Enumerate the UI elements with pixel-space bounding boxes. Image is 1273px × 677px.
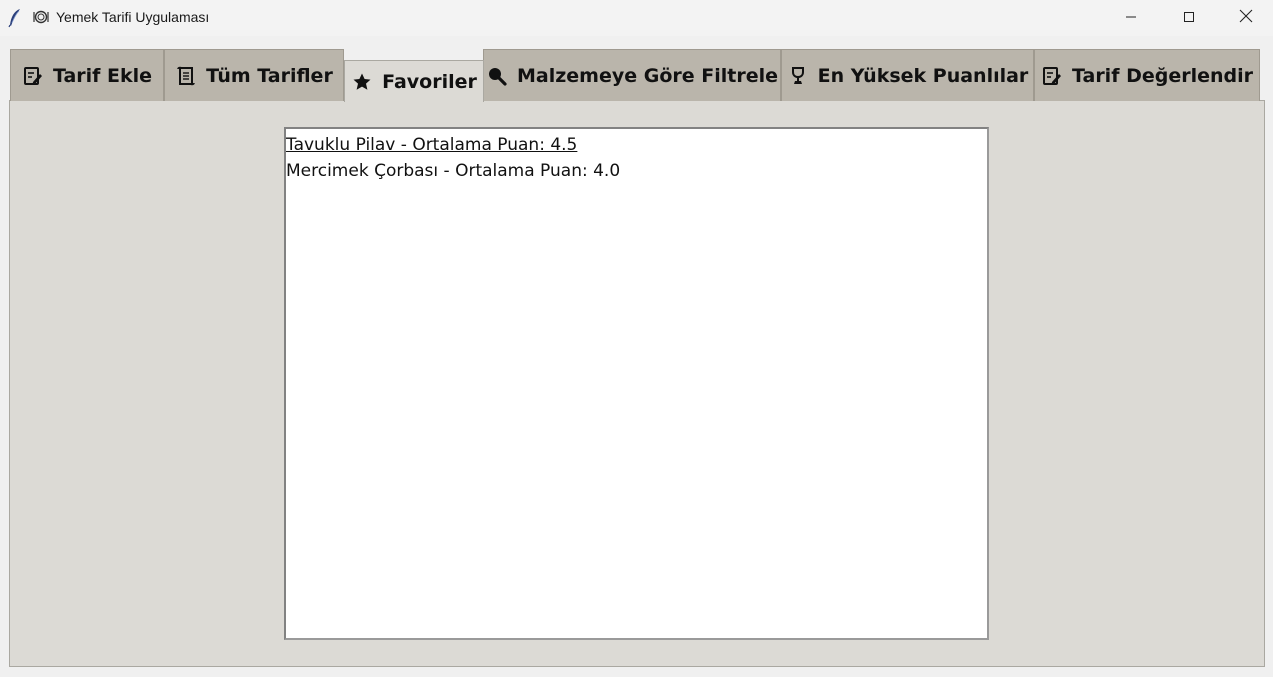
trophy-icon <box>787 65 809 87</box>
tab-favoriler[interactable]: Favoriler <box>344 60 484 102</box>
tab-malzemeye-gore-filtrele[interactable]: Malzemeye Göre Filtrele <box>483 49 781 101</box>
minimize-icon <box>1125 8 1137 27</box>
close-icon <box>1239 8 1253 27</box>
list-item-text: Mercimek Çorbası - Ortalama Puan: 4.0 <box>286 161 621 181</box>
tab-tarif-ekle[interactable]: Tarif Ekle <box>10 49 164 101</box>
star-icon <box>351 71 373 93</box>
tab-label: Tarif Değerlendir <box>1071 64 1254 87</box>
tab-label: En Yüksek Puanlılar <box>817 64 1029 87</box>
magnifier-icon <box>486 65 508 87</box>
tab-label: Tüm Tarifler <box>206 64 333 87</box>
tab-tarif-degerlendir[interactable]: Tarif Değerlendir <box>1034 49 1260 101</box>
scroll-icon <box>175 65 197 87</box>
list-item[interactable]: Mercimek Çorbası - Ortalama Puan: 4.0 <box>286 158 987 184</box>
list-item[interactable]: Tavuklu Pilav - Ortalama Puan: 4.5 <box>286 132 987 158</box>
tab-tum-tarifler[interactable]: Tüm Tarifler <box>164 49 344 101</box>
minimize-button[interactable] <box>1102 0 1160 34</box>
memo-icon <box>1041 65 1063 87</box>
title-bar[interactable]: Yemek Tarifi Uygulaması <box>0 0 1273 36</box>
app-window: Yemek Tarifi Uygulaması Tarif Ekle Tüm T… <box>0 0 1273 677</box>
tab-label: Tarif Ekle <box>52 64 153 87</box>
feather-icon <box>8 8 22 28</box>
tab-label: Favoriler <box>382 70 477 93</box>
maximize-icon <box>1183 8 1195 27</box>
tab-bar: Tarif Ekle Tüm Tarifler Favoriler Malzem… <box>9 48 1265 102</box>
plate-icon <box>33 9 49 25</box>
window-title: Yemek Tarifi Uygulaması <box>56 9 210 25</box>
maximize-button[interactable] <box>1160 0 1218 34</box>
list-item-text: Tavuklu Pilav - Ortalama Puan: 4.5 <box>286 135 578 155</box>
tab-en-yuksek-puanlilar[interactable]: En Yüksek Puanlılar <box>781 49 1034 101</box>
favorites-listbox[interactable]: Tavuklu Pilav - Ortalama Puan: 4.5 Merci… <box>284 127 989 640</box>
close-button[interactable] <box>1217 0 1273 34</box>
memo-icon <box>22 65 44 87</box>
tab-label: Malzemeye Göre Filtrele <box>516 64 779 87</box>
